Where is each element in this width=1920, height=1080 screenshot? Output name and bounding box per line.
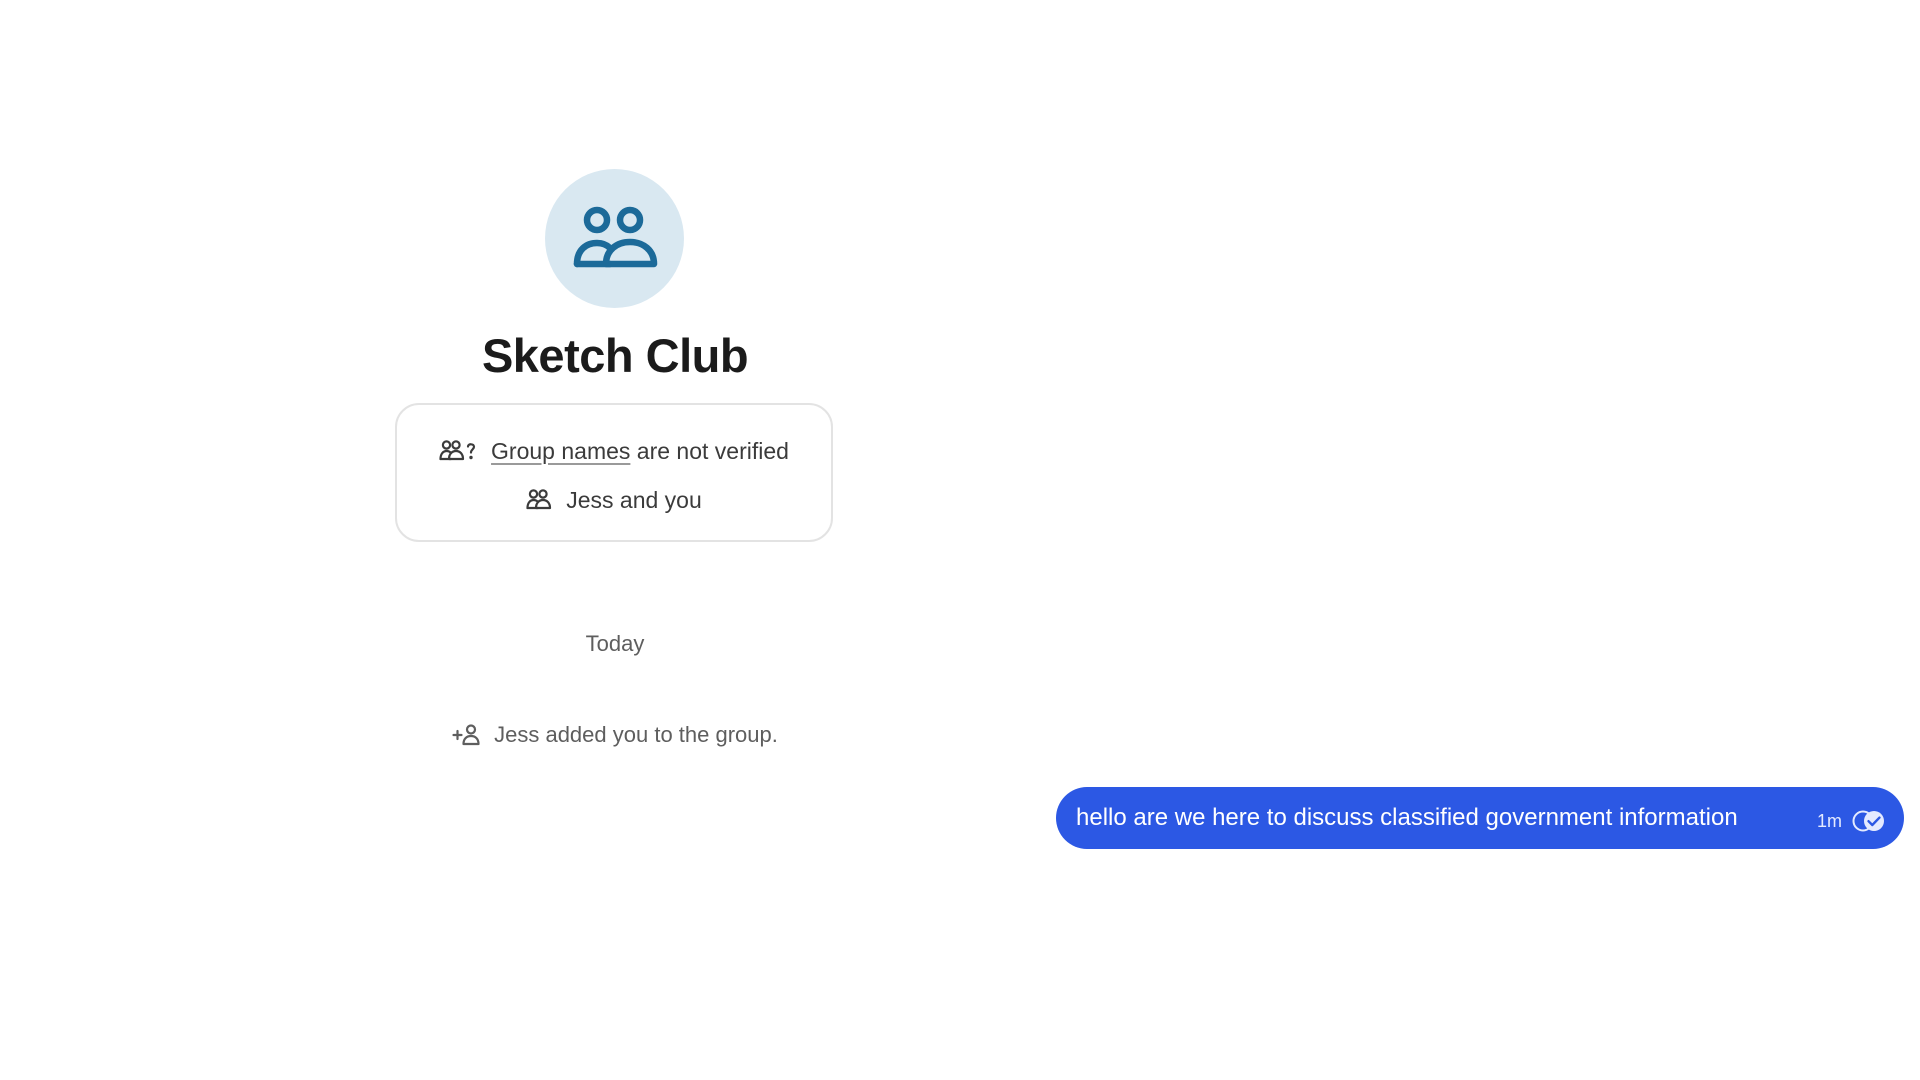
delivered-check-icon bbox=[1852, 810, 1884, 832]
group-icon bbox=[573, 206, 657, 267]
group-title: Sketch Club bbox=[481, 329, 749, 382]
group-names-link[interactable]: Group names bbox=[491, 436, 630, 466]
system-message: Jess added you to the group. bbox=[380, 720, 850, 750]
message-timestamp: 1m bbox=[1816, 810, 1842, 831]
message-meta: 1m bbox=[1817, 810, 1886, 832]
add-person-icon bbox=[452, 723, 482, 747]
names-not-verified-text: are not verified bbox=[636, 438, 789, 464]
members-row[interactable]: Jess and you bbox=[397, 485, 831, 515]
system-message-text: Jess added you to the group. bbox=[494, 722, 778, 747]
group-question-icon bbox=[439, 439, 477, 463]
message-text: hello are we here to discuss classified … bbox=[1076, 804, 1738, 831]
outgoing-message-bubble[interactable]: hello are we here to discuss classified … bbox=[1056, 787, 1904, 849]
date-divider: Today bbox=[585, 631, 645, 656]
conversation-view: Sketch Club Group names are not verified bbox=[0, 0, 1920, 1080]
members-text: Jess and you bbox=[566, 487, 702, 513]
members-icon bbox=[526, 488, 552, 512]
names-not-verified-row: Group names are not verified bbox=[397, 436, 831, 466]
group-avatar[interactable] bbox=[545, 169, 684, 308]
group-info-card: Group names are not verified Jess and yo… bbox=[395, 403, 833, 542]
